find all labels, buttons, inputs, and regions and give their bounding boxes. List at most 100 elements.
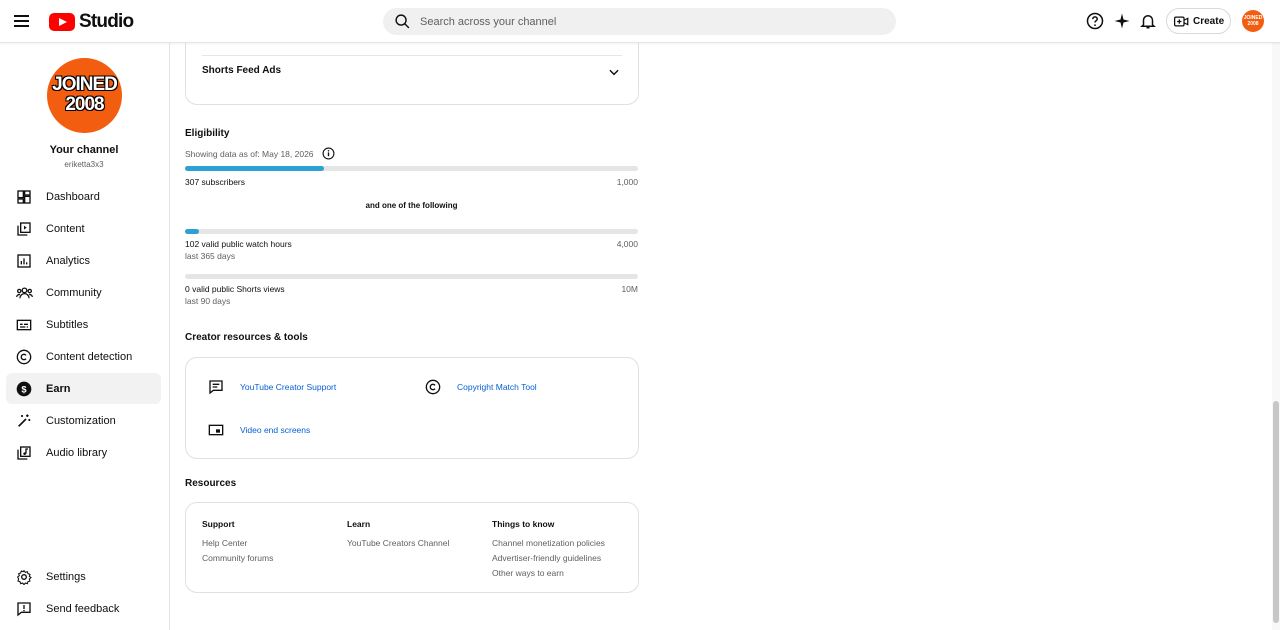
feedback-icon xyxy=(15,600,33,618)
column-heading: Support xyxy=(202,519,235,529)
eligibility-title: Eligibility xyxy=(185,128,230,139)
sidebar-item-earn[interactable]: $ Earn xyxy=(6,373,161,404)
account-avatar[interactable]: JOINED 2008 xyxy=(1242,10,1264,32)
tool-creator-support[interactable]: YouTube Creator Support xyxy=(207,378,336,396)
creators-channel-link[interactable]: YouTube Creators Channel xyxy=(347,538,449,548)
scrollbar[interactable] xyxy=(1272,43,1280,630)
avatar-line1: JOINED xyxy=(52,74,118,95)
end-screens-link[interactable]: Video end screens xyxy=(240,425,310,435)
community-forums-link[interactable]: Community forums xyxy=(202,553,273,563)
showing-data-text: Showing data as of: May 18, 2026 xyxy=(185,149,314,159)
create-button[interactable]: Create xyxy=(1166,8,1231,34)
resources-column-learn: Learn YouTube Creators Channel xyxy=(347,519,449,553)
shorts-views-label: 0 valid public Shorts views xyxy=(185,284,285,294)
create-video-icon xyxy=(1174,16,1189,26)
sidebar-item-label: Audio library xyxy=(46,446,108,459)
monetization-policies-link[interactable]: Channel monetization policies xyxy=(492,538,605,548)
sidebar-item-label: Analytics xyxy=(46,254,91,267)
sidebar-item-label: Content detection xyxy=(46,350,133,363)
create-label: Create xyxy=(1193,15,1225,27)
watch-hours-sub: last 365 days xyxy=(185,251,236,261)
subtitles-icon xyxy=(15,316,33,334)
scrollbar-thumb[interactable] xyxy=(1273,401,1279,623)
other-ways-to-earn-link[interactable]: Other ways to earn xyxy=(492,568,605,578)
info-icon[interactable] xyxy=(322,147,335,160)
watch-hours-progress-fill xyxy=(185,229,199,234)
sparkle-icon[interactable] xyxy=(1113,12,1131,30)
sidebar-item-community[interactable]: Community xyxy=(6,277,161,308)
top-header: Studio Create JOINED 2008 xyxy=(0,0,1280,43)
sidebar-item-analytics[interactable]: Analytics xyxy=(6,245,161,276)
dashboard-icon xyxy=(15,188,33,206)
sidebar-item-label: Settings xyxy=(46,570,86,583)
subscribers-progress-bar xyxy=(185,166,638,171)
copyright-icon xyxy=(15,348,33,366)
sidebar-item-label: Community xyxy=(46,286,102,299)
avatar-line2: 2008 xyxy=(65,94,104,115)
column-heading: Things to know xyxy=(492,519,555,529)
advertiser-guidelines-link[interactable]: Advertiser-friendly guidelines xyxy=(492,553,605,563)
resources-title: Resources xyxy=(185,478,237,489)
sidebar-item-label: Send feedback xyxy=(46,602,120,615)
search-input[interactable] xyxy=(420,15,860,28)
sidebar-item-label: Customization xyxy=(46,414,116,427)
resources-column-things-to-know: Things to know Channel monetization poli… xyxy=(492,519,605,583)
chat-icon xyxy=(207,378,225,396)
audio-library-icon xyxy=(15,444,33,462)
sidebar-item-content[interactable]: Content xyxy=(6,213,161,244)
sidebar-item-subtitles[interactable]: Subtitles xyxy=(6,309,161,340)
community-icon xyxy=(15,284,33,302)
sidebar-item-label: Subtitles xyxy=(46,318,89,331)
logo-text: Studio xyxy=(79,11,134,32)
watch-hours-label: 102 valid public watch hours xyxy=(185,239,292,249)
sidebar-item-customization[interactable]: Customization xyxy=(6,405,161,436)
sidebar-item-dashboard[interactable]: Dashboard xyxy=(6,181,161,212)
watch-hours-progress-bar xyxy=(185,229,638,234)
copyright-match-link[interactable]: Copyright Match Tool xyxy=(457,382,537,392)
youtube-logo-icon xyxy=(49,13,75,31)
tool-copyright-match[interactable]: Copyright Match Tool xyxy=(424,378,537,396)
search-icon xyxy=(395,14,410,29)
creator-tools-card: YouTube Creator Support Copyright Match … xyxy=(185,357,639,459)
channel-avatar[interactable]: JOINED 2008 xyxy=(47,58,122,133)
channel-handle: eriketta3x3 xyxy=(64,160,104,169)
ads-card: Shorts Feed Ads xyxy=(185,33,639,105)
help-icon[interactable] xyxy=(1086,12,1104,30)
copyright-icon xyxy=(424,378,442,396)
and-one-of-text: and one of the following xyxy=(365,201,458,210)
shorts-views-target: 10M xyxy=(621,284,638,294)
creator-resources-title: Creator resources & tools xyxy=(185,332,308,343)
sidebar-item-label: Content xyxy=(46,222,85,235)
chevron-down-icon[interactable] xyxy=(607,65,621,79)
resources-column-support: Support Help Center Community forums xyxy=(202,519,273,568)
help-center-link[interactable]: Help Center xyxy=(202,538,273,548)
sidebar-item-label: Earn xyxy=(46,382,71,395)
svg-text:$: $ xyxy=(21,384,27,394)
channel-title: Your channel xyxy=(49,144,119,156)
sidebar-item-audio-library[interactable]: Audio library xyxy=(6,437,161,468)
subscribers-progress-fill xyxy=(185,166,325,171)
sidebar-item-settings[interactable]: Settings xyxy=(6,561,161,592)
end-screen-icon xyxy=(207,421,225,439)
gear-icon xyxy=(15,568,33,586)
shorts-feed-ads-label: Shorts Feed Ads xyxy=(202,65,282,76)
menu-icon[interactable] xyxy=(14,12,34,30)
magic-wand-icon xyxy=(15,412,33,430)
subscribers-label: 307 subscribers xyxy=(185,177,246,187)
sidebar-item-label: Dashboard xyxy=(46,190,100,203)
subscribers-target: 1,000 xyxy=(616,177,638,187)
sidebar-item-send-feedback[interactable]: Send feedback xyxy=(6,593,161,624)
analytics-icon xyxy=(15,252,33,270)
creator-support-link[interactable]: YouTube Creator Support xyxy=(240,382,336,392)
divider xyxy=(202,55,622,56)
main-content: Shorts Feed Ads Eligibility Showing data… xyxy=(170,33,1270,630)
sidebar: JOINED 2008 Your channel eriketta3x3 Das… xyxy=(0,43,170,630)
content-icon xyxy=(15,220,33,238)
search-bar[interactable] xyxy=(383,8,896,35)
shorts-views-sub: last 90 days xyxy=(185,296,231,306)
notifications-bell-icon[interactable] xyxy=(1139,12,1157,30)
sidebar-item-content-detection[interactable]: Content detection xyxy=(6,341,161,372)
watch-hours-target: 4,000 xyxy=(616,239,638,249)
tool-end-screens[interactable]: Video end screens xyxy=(207,421,310,439)
studio-logo[interactable]: Studio xyxy=(49,11,134,33)
